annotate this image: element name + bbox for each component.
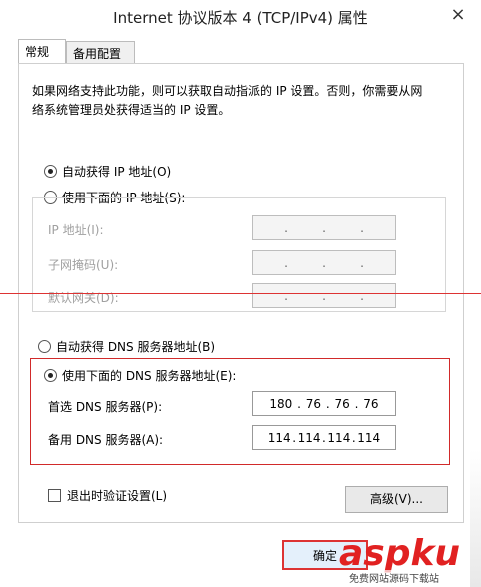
subnet-mask-label: 子网掩码(U): [48,258,119,272]
watermark-subtitle: 免费网站源码下载站 [349,570,439,585]
auto-dns-label: 自动获得 DNS 服务器地址(B) [56,340,216,354]
radio-selected-icon [44,369,57,382]
checkbox-icon [48,489,61,502]
radio-manual-dns[interactable]: 使用下面的 DNS 服务器地址(E): [44,367,236,384]
subnet-mask-field: ... [252,250,396,275]
default-gateway-label: 默认网关(D): [48,291,119,305]
watermark: aspku 免费网站源码下载站 [311,533,479,585]
alternate-dns-field[interactable]: 114. 114. 114. 114 [252,425,396,450]
tab-alternate-config[interactable]: 备用配置 [66,41,135,63]
close-icon[interactable]: × [445,4,471,26]
preferred-dns-label: 首选 DNS 服务器(P): [48,400,163,414]
radio-selected-icon [44,165,57,178]
validate-on-exit-checkbox[interactable]: 退出时验证设置(L) [48,487,167,504]
validate-label: 退出时验证设置(L) [67,489,168,503]
ip-address-field: ... [252,215,396,240]
window-title: Internet 协议版本 4 (TCP/IPv4) 属性 [113,9,368,27]
title-bar: Internet 协议版本 4 (TCP/IPv4) 属性 × [0,0,481,32]
watermark-logo: aspku [339,533,461,574]
radio-auto-ip[interactable]: 自动获得 IP 地址(O) [44,163,171,180]
description-text: 如果网络支持此功能，则可以获取自动指派的 IP 设置。否则，你需要从网络系统管理… [32,84,423,117]
manual-dns-label: 使用下面的 DNS 服务器地址(E): [62,369,237,383]
preferred-dns-field[interactable]: 180. 76. 76. 76 [252,391,396,416]
default-gateway-field: ... [252,283,396,308]
radio-unselected-icon [38,340,51,353]
auto-ip-label: 自动获得 IP 地址(O) [62,165,172,179]
advanced-button[interactable]: 高级(V)... [345,486,448,513]
radio-auto-dns[interactable]: 自动获得 DNS 服务器地址(B) [38,338,215,355]
alternate-dns-label: 备用 DNS 服务器(A): [48,433,164,447]
annotation-red-line [0,293,481,294]
tab-general[interactable]: 常规 [18,39,66,63]
ip-address-label: IP 地址(I): [48,223,104,237]
